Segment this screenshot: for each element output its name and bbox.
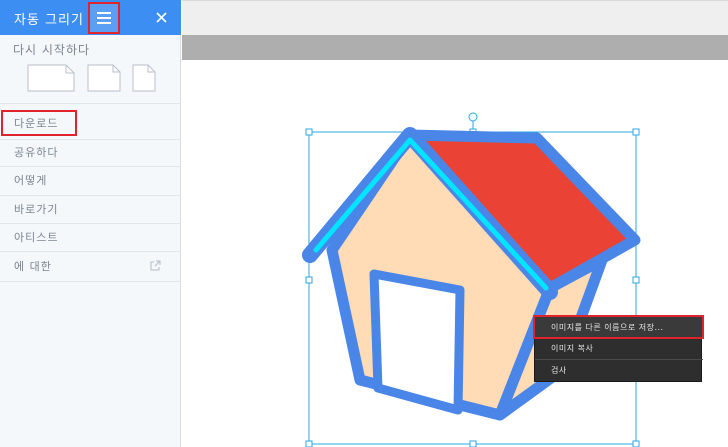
context-item-copy-image[interactable]: 이미지 복사 — [535, 338, 703, 360]
restart-heading: 다시 시작하다 — [13, 43, 91, 57]
resize-handle-tl[interactable] — [305, 128, 313, 136]
sidebar-divider — [0, 103, 181, 104]
sidebar-divider — [0, 223, 181, 224]
sidebar-item-shortcuts[interactable]: 바로가기 — [0, 197, 181, 221]
template-portrait[interactable] — [132, 64, 156, 92]
resize-handle-tr[interactable] — [632, 128, 640, 136]
sidebar-item-label: 아티스트 — [14, 231, 59, 244]
rotate-handle[interactable] — [468, 112, 478, 122]
sidebar-item-about[interactable]: 에 대한 — [0, 254, 181, 278]
house-door — [369, 269, 465, 415]
resize-handle-br[interactable] — [632, 440, 640, 447]
sidebar-item-label: 어떻게 — [14, 174, 48, 187]
sidebar-item-label: 에 대한 — [14, 260, 52, 273]
context-item-inspect[interactable]: 검사 — [535, 360, 703, 382]
sidebar-divider — [0, 281, 181, 282]
resize-handle-b[interactable] — [469, 440, 477, 447]
menu-icon — [97, 12, 111, 24]
save-image-highlight-box — [533, 315, 704, 339]
sidebar-item-how[interactable]: 어떻게 — [0, 168, 181, 192]
context-item-label: 이미지 복사 — [551, 344, 594, 353]
app-title: 자동 그리기 — [14, 13, 84, 28]
template-landscape[interactable] — [27, 64, 75, 92]
close-icon — [155, 11, 167, 23]
drawing-canvas[interactable] — [182, 60, 728, 447]
app-window: 자동 그리기 다시 시작하다 다운로드 공유하다 어떻게 바로가기 아티스트 에… — [0, 0, 728, 447]
canvas-ruler-bar — [182, 35, 728, 60]
sidebar-item-artists[interactable]: 아티스트 — [0, 225, 181, 249]
download-highlight-box — [1, 110, 77, 136]
resize-handle-bl[interactable] — [305, 440, 313, 447]
sidebar-divider — [0, 195, 181, 196]
top-toolbar — [182, 0, 728, 35]
template-square[interactable] — [87, 64, 121, 92]
menu-button[interactable] — [88, 2, 120, 34]
external-link-icon — [150, 260, 161, 271]
sidebar-header: 자동 그리기 — [0, 0, 181, 35]
sidebar-item-label: 바로가기 — [14, 203, 59, 216]
resize-handle-r[interactable] — [632, 276, 640, 284]
house-drawing[interactable] — [182, 60, 728, 447]
sidebar-item-label: 공유하다 — [14, 146, 59, 159]
sidebar-divider — [0, 251, 181, 252]
sidebar: 자동 그리기 다시 시작하다 다운로드 공유하다 어떻게 바로가기 아티스트 에… — [0, 0, 181, 447]
sidebar-divider — [0, 166, 181, 167]
sidebar-item-share[interactable]: 공유하다 — [0, 140, 181, 164]
close-button[interactable] — [150, 6, 172, 28]
resize-handle-l[interactable] — [305, 276, 313, 284]
context-item-label: 검사 — [551, 366, 567, 375]
